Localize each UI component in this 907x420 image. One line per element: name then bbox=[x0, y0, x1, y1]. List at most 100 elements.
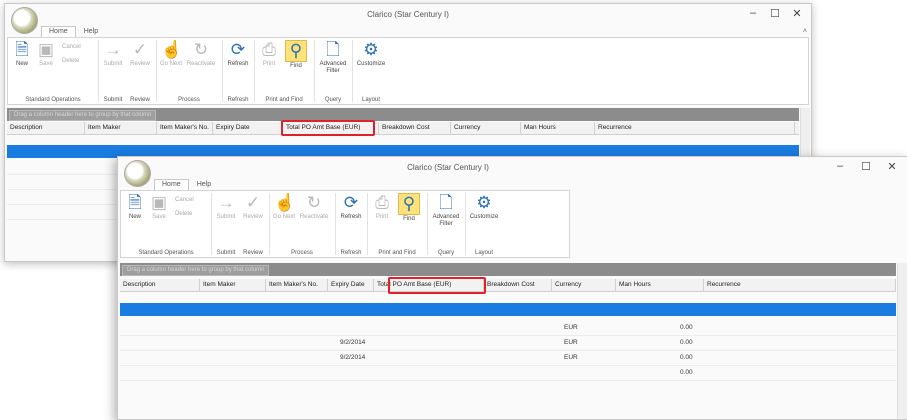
divider bbox=[98, 40, 99, 102]
cancel-button[interactable]: Cancel bbox=[175, 197, 194, 203]
save-icon: ▣ bbox=[37, 40, 55, 59]
column-header-item-makers-no[interactable]: Item Maker's No. bbox=[266, 279, 328, 291]
group-process: Process bbox=[178, 97, 200, 103]
customize-button[interactable]: ⚙ Customize bbox=[469, 193, 499, 221]
new-button[interactable]: 🗎 New bbox=[12, 40, 32, 68]
man-hours-cell: 0.00 bbox=[680, 324, 693, 331]
customize-button[interactable]: ⚙ Customize bbox=[356, 40, 386, 68]
submit-button[interactable]: → Submit bbox=[102, 40, 124, 68]
man-hours-cell: 0.00 bbox=[680, 354, 693, 361]
close-button[interactable]: ✕ bbox=[882, 160, 902, 173]
vertical-scrollbar[interactable] bbox=[897, 263, 907, 419]
new-label: New bbox=[15, 61, 28, 67]
app-logo-icon[interactable] bbox=[11, 7, 38, 34]
find-label: Find bbox=[403, 216, 415, 222]
review-button[interactable]: ✓ Review bbox=[128, 40, 152, 68]
column-header-recurrence[interactable]: Recurrence bbox=[595, 122, 795, 134]
print-button[interactable]: ⎙ Print bbox=[258, 40, 280, 68]
group-by-panel[interactable]: Drag a column header here to group by th… bbox=[120, 263, 896, 276]
table-row[interactable]: 9/2/2014 EUR 0.00 bbox=[120, 336, 896, 351]
minimize-button[interactable]: – bbox=[743, 7, 763, 19]
column-header-recurrence[interactable]: Recurrence bbox=[704, 279, 896, 291]
close-button[interactable]: ✕ bbox=[787, 7, 807, 20]
tab-home[interactable]: Home bbox=[41, 26, 76, 37]
group-print-and-find: Print and Find bbox=[378, 250, 416, 256]
divider bbox=[335, 193, 336, 255]
printer-icon: ⎙ bbox=[262, 40, 276, 59]
column-header-man-hours[interactable]: Man Hours bbox=[616, 279, 704, 291]
column-header-currency[interactable]: Currency bbox=[552, 279, 616, 291]
refresh-label: Refresh bbox=[227, 61, 249, 67]
column-header-expiry-date[interactable]: Expiry Date bbox=[328, 279, 374, 291]
column-header-breakdown-cost[interactable]: Breakdown Cost bbox=[484, 279, 552, 291]
column-header-expiry-date[interactable]: Expiry Date bbox=[213, 122, 283, 134]
group-by-panel[interactable]: Drag a column header here to group by th… bbox=[7, 108, 799, 121]
group-refresh: Refresh bbox=[227, 97, 249, 103]
refresh-button[interactable]: ⟳ Refresh bbox=[339, 193, 363, 221]
vertical-scrollbar[interactable] bbox=[800, 108, 810, 160]
advanced-filter-button[interactable]: 🗋 Advanced Filter bbox=[431, 193, 461, 228]
arrow-right-icon: → bbox=[217, 193, 235, 212]
save-label: Save bbox=[152, 214, 166, 220]
highlight-box bbox=[281, 120, 375, 136]
submit-label: Submit bbox=[103, 61, 123, 67]
selected-row[interactable] bbox=[120, 303, 896, 316]
minimize-button[interactable]: – bbox=[830, 160, 850, 172]
advanced-filter-label: Advanced Filter bbox=[319, 61, 347, 74]
check-circle-icon: ✓ bbox=[132, 40, 148, 59]
find-button[interactable]: ⚲ Find bbox=[284, 40, 308, 70]
grid-header: Description Item Maker Item Maker's No. … bbox=[7, 122, 799, 135]
column-header-currency[interactable]: Currency bbox=[451, 122, 521, 134]
maximize-button[interactable]: ☐ bbox=[856, 160, 876, 173]
column-header-man-hours[interactable]: Man Hours bbox=[521, 122, 595, 134]
group-review: Review bbox=[130, 97, 150, 103]
new-document-icon: 🗎 bbox=[128, 193, 142, 212]
column-header-item-makers-no[interactable]: Item Maker's No. bbox=[157, 122, 213, 134]
column-header-breakdown-cost[interactable]: Breakdown Cost bbox=[379, 122, 451, 134]
reactivate-button[interactable]: ↻ Reactivate bbox=[299, 193, 329, 221]
submit-button[interactable]: → Submit bbox=[215, 193, 237, 221]
tab-home[interactable]: Home bbox=[154, 179, 189, 190]
refresh-button[interactable]: ⟳ Refresh bbox=[226, 40, 250, 68]
find-button[interactable]: ⚲ Find bbox=[397, 193, 421, 223]
table-row[interactable]: 9/2/2014 EUR 0.00 bbox=[120, 351, 896, 366]
advanced-filter-button[interactable]: 🗋 Advanced Filter bbox=[318, 40, 348, 75]
divider bbox=[314, 40, 315, 102]
reactivate-button[interactable]: ↻ Reactivate bbox=[186, 40, 216, 68]
refresh-label: Refresh bbox=[340, 214, 362, 220]
reactivate-icon: ↻ bbox=[193, 40, 209, 59]
column-header-description[interactable]: Description bbox=[120, 279, 200, 291]
go-next-button[interactable]: ☝ Go Next bbox=[273, 193, 295, 221]
print-button[interactable]: ⎙ Print bbox=[371, 193, 393, 221]
check-circle-icon: ✓ bbox=[245, 193, 261, 212]
tab-help[interactable]: Help bbox=[189, 179, 219, 190]
cancel-button[interactable]: Cancel bbox=[62, 44, 81, 50]
group-query: Query bbox=[437, 250, 455, 256]
table-row[interactable]: 0.00 bbox=[120, 366, 896, 381]
save-button[interactable]: ▣ Save bbox=[36, 40, 56, 68]
column-header-item-maker[interactable]: Item Maker bbox=[85, 122, 157, 134]
review-label: Review bbox=[130, 61, 150, 67]
customize-label: Customize bbox=[356, 61, 386, 67]
delete-button[interactable]: Delete bbox=[62, 58, 79, 64]
table-row[interactable]: EUR 0.00 bbox=[120, 321, 896, 336]
maximize-button[interactable]: ☐ bbox=[765, 7, 785, 20]
column-header-description[interactable]: Description bbox=[7, 122, 85, 134]
filter-document-icon: 🗋 bbox=[439, 193, 453, 212]
gear-icon: ⚙ bbox=[476, 193, 492, 212]
window-title: Clarico (Star Century I) bbox=[367, 10, 449, 19]
divider bbox=[211, 193, 212, 255]
review-button[interactable]: ✓ Review bbox=[241, 193, 265, 221]
group-query: Query bbox=[324, 97, 342, 103]
new-button[interactable]: 🗎 New bbox=[125, 193, 145, 221]
delete-button[interactable]: Delete bbox=[175, 211, 192, 217]
save-button[interactable]: ▣ Save bbox=[149, 193, 169, 221]
go-next-button[interactable]: ☝ Go Next bbox=[160, 40, 182, 68]
customize-label: Customize bbox=[469, 214, 499, 220]
chevron-up-icon[interactable]: ˄ bbox=[803, 28, 807, 35]
column-header-item-maker[interactable]: Item Maker bbox=[200, 279, 266, 291]
app-logo-icon[interactable] bbox=[124, 160, 151, 187]
grid-header: Description Item Maker Item Maker's No. … bbox=[120, 279, 896, 292]
group-layout: Layout bbox=[361, 97, 380, 103]
tab-help[interactable]: Help bbox=[76, 26, 106, 37]
